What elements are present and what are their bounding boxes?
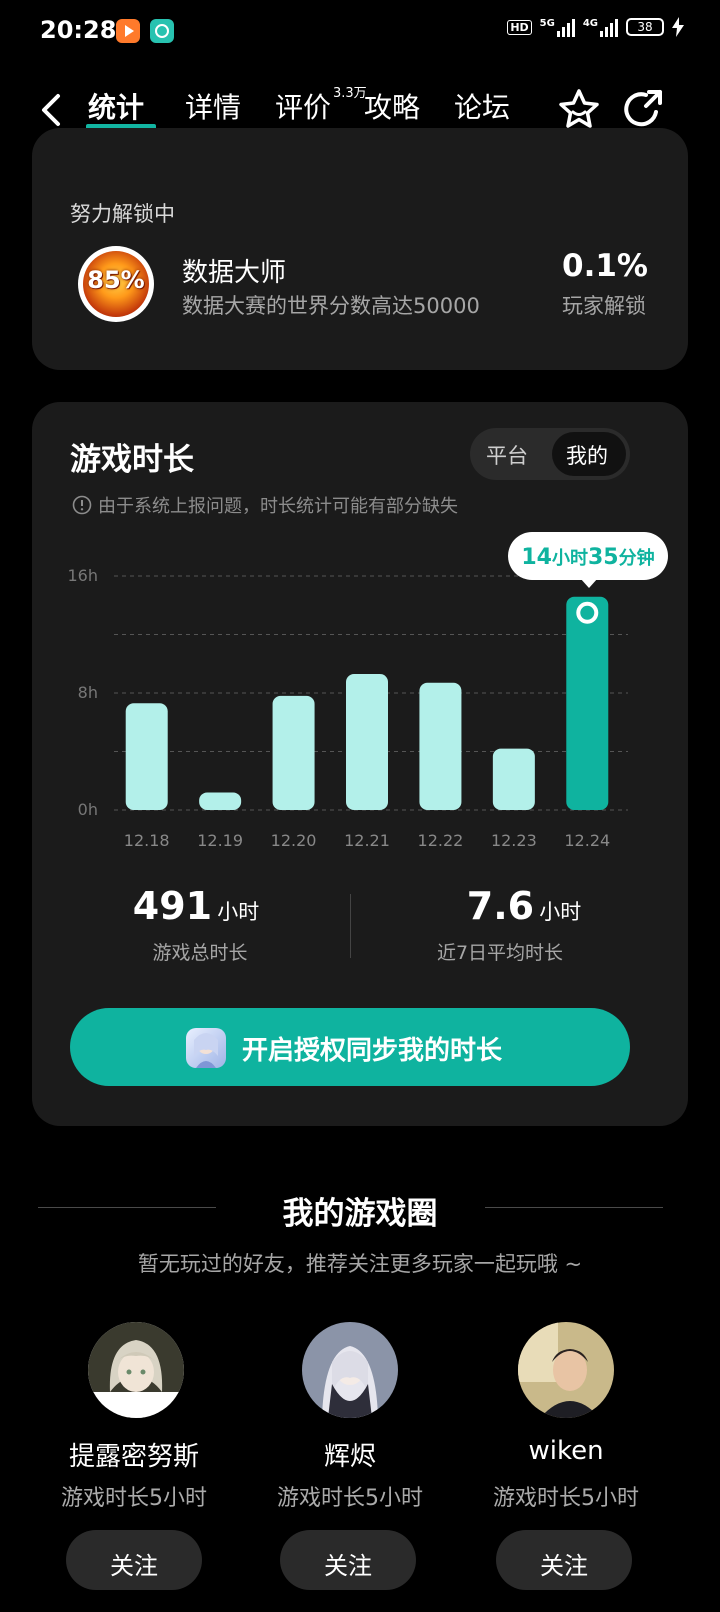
- tab-forum[interactable]: 论坛: [454, 86, 510, 126]
- tab-reviews[interactable]: 评价: [275, 86, 331, 126]
- x-tick-label: 12.22: [418, 831, 464, 850]
- follow-button[interactable]: 关注: [280, 1530, 416, 1590]
- friend-playtime: 游戏时长5小时: [493, 1486, 639, 1511]
- game-app-icon: [186, 1028, 226, 1068]
- friend-playtime: 游戏时长5小时: [277, 1486, 423, 1511]
- avatar[interactable]: [518, 1322, 614, 1418]
- avatar[interactable]: [88, 1322, 184, 1418]
- tab-stats[interactable]: 统计: [86, 86, 156, 132]
- achievement-description: 数据大赛的世界分数高达50000: [182, 294, 480, 318]
- platform-mine-toggle: 平台 我的: [470, 428, 630, 480]
- follow-button[interactable]: 关注: [496, 1530, 632, 1590]
- tab-details[interactable]: 详情: [185, 86, 241, 126]
- bar: [566, 596, 609, 810]
- bar: [125, 703, 168, 810]
- friend-playtime: 游戏时长5小时: [61, 1486, 207, 1511]
- status-time: 20:28: [40, 16, 117, 44]
- toggle-platform[interactable]: 平台: [486, 440, 528, 470]
- achievement-unlock-percent: 0.1%: [562, 248, 648, 284]
- info-icon: [72, 495, 92, 515]
- sync-playtime-button[interactable]: 开启授权同步我的时长: [70, 1008, 630, 1086]
- back-icon[interactable]: [36, 92, 68, 128]
- bar: [272, 695, 315, 810]
- achievement-card: 努力解锁中 85% 数据大师 数据大赛的世界分数高达50000 0.1% 玩家解…: [32, 128, 688, 370]
- playtime-tooltip: 14小时35分钟: [508, 532, 668, 588]
- bar: [199, 792, 242, 810]
- friend-name: wiken: [528, 1436, 604, 1466]
- battery-icon: 38: [626, 18, 664, 36]
- video-app-icon: [116, 19, 140, 43]
- charging-icon: [672, 17, 684, 37]
- achievement-section-label: 努力解锁中: [70, 202, 175, 226]
- y-tick-label: 16h: [68, 566, 99, 585]
- game-circle-title: 我的游戏圈: [282, 1196, 438, 1232]
- avg-playtime: 7.6 小时: [466, 884, 582, 928]
- x-tick-label: 12.19: [197, 831, 243, 850]
- review-count-badge: 3.3万: [333, 86, 367, 101]
- game-circle-subtitle: 暂无玩过的好友，推荐关注更多玩家一起玩哦 ~: [137, 1252, 583, 1276]
- achievement-badge: 85%: [78, 246, 154, 322]
- y-tick-label: 8h: [78, 683, 98, 702]
- achievement-unlock-label: 玩家解锁: [562, 294, 646, 318]
- stats-divider: [350, 894, 351, 958]
- playtime-card: 游戏时长 平台 我的 由于系统上报问题，时长统计可能有部分缺失 0h 8h 16h 1…: [32, 402, 688, 1126]
- data-notice: 由于系统上报问题，时长统计可能有部分缺失: [72, 492, 458, 518]
- friend-name: 辉烬: [323, 1442, 376, 1472]
- bar: [419, 682, 462, 810]
- toggle-mine[interactable]: 我的: [552, 432, 626, 476]
- tab-guides[interactable]: 攻略: [364, 86, 420, 126]
- signal-5g-icon: 5G: [540, 18, 575, 37]
- playtime-title: 游戏时长: [70, 442, 194, 478]
- signal-4g-icon: 4G: [583, 18, 618, 37]
- x-tick-label: 12.21: [344, 831, 390, 850]
- follow-button[interactable]: 关注: [66, 1530, 202, 1590]
- x-tick-label: 12.24: [564, 831, 610, 850]
- x-tick-label: 12.18: [124, 831, 170, 850]
- total-playtime: 491 小时: [132, 884, 260, 928]
- x-tick-label: 12.23: [491, 831, 537, 850]
- achievement-title: 数据大师: [182, 258, 287, 288]
- chat-app-icon: [150, 19, 174, 43]
- bar: [492, 748, 535, 810]
- avatar[interactable]: [302, 1322, 398, 1418]
- y-tick-label: 0h: [78, 800, 98, 819]
- total-playtime-label: 游戏总时长: [152, 942, 248, 964]
- hd-voice-icon: HD: [507, 19, 532, 35]
- friend-name: 提露密努斯: [68, 1442, 199, 1472]
- avg-playtime-label: 近7日平均时长: [436, 942, 564, 964]
- x-tick-label: 12.20: [271, 831, 317, 850]
- bar: [346, 673, 388, 810]
